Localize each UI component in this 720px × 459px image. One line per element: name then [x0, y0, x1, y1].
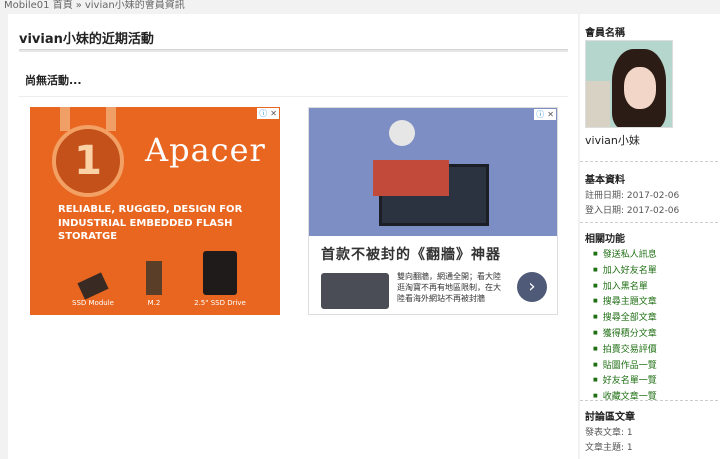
ssd-drive-icon — [203, 251, 237, 295]
function-link[interactable]: 加入好友名單 — [593, 263, 657, 279]
ad-tagline-line2: INDUSTRIAL EMBEDDED FLASH STORATGE — [58, 218, 233, 242]
product-label: SSD Module — [72, 299, 114, 307]
function-link[interactable]: 發送私人訊息 — [593, 247, 657, 263]
breadcrumb-current: vivian小妹的會員資訊 — [84, 0, 185, 11]
avatar-face — [624, 67, 656, 109]
product-ssd-module: SSD Module — [68, 272, 118, 307]
jumping-figure-icon — [389, 120, 415, 146]
ad-tagline-line1: RELIABLE, RUGGED, DESIGN FOR — [58, 204, 243, 215]
adchoice-icon[interactable]: ⓘ — [259, 108, 267, 119]
ad-headline[interactable]: 首款不被封的《翻牆》神器 — [321, 244, 501, 264]
main-content: vivian小妹的近期活動 尚無活動... ⓘ ✕ 1 Apacer RELIA… — [8, 14, 578, 459]
function-link[interactable]: 好友名單一覽 — [593, 373, 657, 389]
ssd-module-icon — [77, 272, 109, 300]
page-title: vivian小妹的近期活動 — [19, 32, 154, 47]
member-name-heading: 會員名稱 — [585, 28, 625, 39]
ad-close-icon[interactable]: ✕ — [270, 108, 277, 119]
function-link[interactable]: 拍賣交易評價 — [593, 342, 657, 358]
function-link[interactable]: 貼圖作品一覽 — [593, 358, 657, 374]
product-ssd-drive: 2.5" SSD Drive — [190, 251, 250, 307]
ad-product-thumbnail — [321, 273, 389, 309]
brick-wall-icon — [373, 160, 449, 196]
posts-count: 發表文章: 1 — [585, 428, 633, 438]
sidebar-divider — [580, 161, 718, 162]
product-label: 2.5" SSD Drive — [194, 299, 246, 307]
ad-close-icon[interactable]: ✕ — [547, 109, 554, 120]
product-label: M.2 — [147, 299, 161, 307]
avatar — [585, 40, 673, 128]
breadcrumb-home-link[interactable]: Mobile01 首頁 — [4, 0, 73, 11]
title-divider — [19, 49, 568, 52]
function-link[interactable]: 加入黑名單 — [593, 279, 657, 295]
no-activity-text: 尚無活動... — [25, 74, 82, 87]
function-link[interactable]: 搜尋全部文章 — [593, 310, 657, 326]
member-sidebar: 會員名稱 vivian小妹 基本資料 註冊日期: 2017-02-06 登入日期… — [580, 14, 720, 459]
ad-next-arrow-icon[interactable]: › — [517, 272, 547, 302]
medal-icon: 1 — [52, 125, 124, 197]
adchoice-badge[interactable]: ⓘ ✕ — [257, 108, 279, 119]
apacer-logo: Apacer — [145, 131, 266, 169]
basic-info-heading: 基本資料 — [585, 175, 625, 186]
member-name: vivian小妹 — [585, 134, 640, 147]
m2-drive-icon — [146, 261, 162, 295]
function-link[interactable]: 收藏文章一覽 — [593, 389, 657, 405]
function-link[interactable]: 搜尋主題文章 — [593, 294, 657, 310]
sidebar-divider — [580, 222, 718, 223]
sidebar-divider — [580, 400, 718, 401]
avatar-background — [586, 81, 610, 127]
adchoice-badge[interactable]: ⓘ ✕ — [534, 109, 556, 120]
functions-list: 發送私人訊息 加入好友名單 加入黑名單 搜尋主題文章 搜尋全部文章 獲得積分文章… — [593, 247, 657, 405]
ad-hero-image — [309, 108, 557, 236]
adchoice-icon[interactable]: ⓘ — [536, 109, 544, 120]
topics-count: 文章主題: 1 — [585, 443, 633, 453]
breadcrumb: Mobile01 首頁» vivian小妹的會員資訊 — [4, 0, 185, 12]
function-link[interactable]: 獲得積分文章 — [593, 326, 657, 342]
ad-description: 雙向翻牆，網通全開；看大陸逛淘寶不再有地區限制，在大陸看海外網站不再被封牆 — [397, 272, 501, 303]
functions-heading: 相關功能 — [585, 234, 625, 245]
forum-posts-heading: 討論區文章 — [585, 412, 635, 423]
apacer-ad[interactable]: ⓘ ✕ 1 Apacer RELIABLE, RUGGED, DESIGN FO… — [30, 107, 280, 315]
register-date: 註冊日期: 2017-02-06 — [585, 191, 680, 201]
product-m2: M.2 — [134, 261, 174, 307]
login-date: 登入日期: 2017-02-06 — [585, 206, 680, 216]
vpn-ad[interactable]: ⓘ ✕ 首款不被封的《翻牆》神器 雙向翻牆，網通全開；看大陸逛淘寶不再有地區限制… — [308, 107, 558, 315]
breadcrumb-separator: » — [75, 0, 82, 11]
activity-divider — [19, 96, 568, 97]
